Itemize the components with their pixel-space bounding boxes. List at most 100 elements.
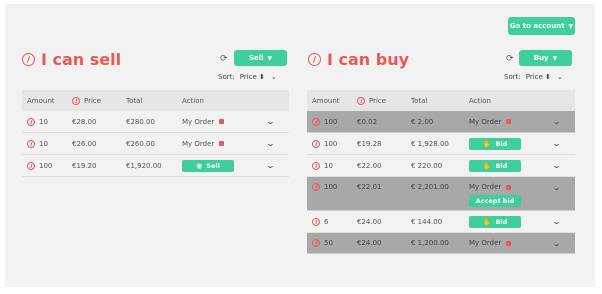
total-cell: €260.00 (126, 139, 155, 148)
chevron-down-icon: ⌄ (556, 73, 563, 81)
amount-value: 50 (324, 239, 333, 247)
chevron-down-icon[interactable]: ⌄ (551, 139, 561, 148)
my-order-label: My Order (469, 117, 502, 126)
caret-down-icon: ▼ (568, 22, 574, 30)
action-cell: ✋ Bid (469, 215, 553, 228)
bid-button-label: Bid (495, 139, 508, 148)
amount-value: 10 (39, 117, 48, 126)
chevron-down-icon: ⌄ (270, 73, 277, 81)
buy-dropdown-label: Buy (533, 54, 549, 62)
accept-bid-label: Accept bid (475, 197, 515, 205)
chevron-down-icon[interactable]: ⌄ (551, 161, 561, 170)
column-header-price: Price (72, 96, 126, 105)
coin-icon (357, 96, 365, 105)
column-header-total: Total (126, 96, 143, 105)
refresh-icon[interactable]: ⟳ (506, 54, 514, 64)
caret-down-icon: ▼ (267, 54, 273, 62)
amount-cell: 100 (307, 117, 357, 126)
bid-button[interactable]: ✋ Bid (469, 159, 521, 172)
table-row[interactable]: 10 €26.00 €260.00 My Order ⌄ (22, 133, 289, 155)
price-cell: €0.02 (357, 117, 378, 126)
table-row[interactable]: 6 €24.00 € 144.00 ✋ Bid ⌄ (307, 211, 575, 233)
order-badge-icon (506, 240, 512, 246)
hand-icon: ✋ (482, 139, 492, 148)
chevron-down-icon[interactable]: ⌄ (265, 139, 275, 148)
action-cell: ✋ Bid (469, 137, 553, 150)
action-cell: My Order (182, 118, 267, 126)
amount-value: 100 (324, 183, 338, 191)
coin-icon (27, 161, 35, 170)
amount-cell: 100 (22, 161, 72, 170)
eye-icon: ◉ (196, 161, 203, 170)
amount-cell: 10 (307, 161, 357, 170)
sell-sort-select[interactable]: Price ⬍ ⌄ (238, 72, 279, 82)
amount-value: 100 (39, 161, 53, 170)
buy-sort-label: Sort: (504, 73, 521, 81)
sell-dropdown-button[interactable]: Sell ▼ (234, 50, 287, 66)
buy-table: Amount Price Total Action 100 €0.02 € 2.… (307, 90, 575, 254)
chevron-down-icon[interactable]: ⌄ (551, 117, 561, 126)
table-row[interactable]: 10 €28.00 €280.00 My Order ⌄ (22, 111, 289, 133)
table-row[interactable]: 100 €22.01 € 2,201.00 My Order Accept bi… (307, 177, 575, 211)
chevron-down-icon[interactable]: ⌄ (551, 183, 561, 192)
market-panel: Go to account ▼ I can sell ⟳ Sell ▼ Sort… (5, 4, 595, 287)
action-cell: My Order Accept bid (469, 183, 553, 207)
buy-table-header: Amount Price Total Action (307, 90, 575, 111)
sell-sort-label: Sort: (218, 73, 235, 81)
sell-table-header: Amount Price Total Action (22, 90, 289, 111)
buy-sort-select[interactable]: Price ⬍ ⌄ (524, 72, 565, 82)
refresh-icon[interactable]: ⟳ (220, 54, 228, 64)
my-order-label: My Order (182, 139, 215, 148)
amount-value: 6 (324, 217, 329, 226)
order-badge-icon (219, 119, 225, 124)
total-cell: € 1,200.00 (411, 239, 449, 247)
chevron-down-icon[interactable]: ⌄ (551, 217, 561, 226)
sell-button[interactable]: ◉ Sell (182, 159, 234, 172)
accept-bid-button[interactable]: Accept bid (469, 195, 521, 207)
price-cell: €19.20 (72, 161, 97, 170)
chevron-down-icon[interactable]: ⌄ (265, 117, 275, 126)
chevron-down-icon[interactable]: ⌄ (265, 161, 275, 170)
table-row[interactable]: 100 €19.20 €1,920.00 ◉ Sell ⌄ (22, 155, 289, 177)
bid-button[interactable]: ✋ Bid (469, 137, 521, 150)
price-cell: €22.01 (357, 183, 382, 191)
sell-button-label: Sell (206, 161, 220, 170)
chevron-down-icon[interactable]: ⌄ (551, 239, 561, 248)
coin-icon (312, 117, 320, 126)
column-header-amount: Amount (27, 96, 55, 105)
go-to-account-label: Go to account (509, 22, 565, 30)
amount-cell: 50 (307, 239, 357, 247)
coin-icon (312, 239, 320, 247)
bid-button[interactable]: ✋ Bid (469, 215, 521, 228)
table-row[interactable]: 100 €0.02 € 2.00 My Order ⌄ (307, 111, 575, 133)
sell-sort-value: Price ⬍ (239, 73, 265, 81)
total-cell: €1,920.00 (126, 161, 162, 170)
bid-button-label: Bid (495, 161, 508, 170)
total-cell: € 2.00 (411, 117, 434, 126)
price-cell: €19.28 (357, 139, 382, 148)
go-to-account-button[interactable]: Go to account ▼ (508, 17, 575, 35)
sell-sort-control: Sort: Price ⬍ ⌄ (218, 72, 279, 82)
column-header-price-text: Price (84, 96, 102, 105)
buy-section-title: I can buy (308, 50, 409, 69)
column-header-action: Action (182, 96, 204, 105)
sell-table: Amount Price Total Action 10 €28.00 €280… (22, 90, 289, 177)
action-cell: ✋ Bid (469, 159, 553, 172)
action-cell: My Order (469, 118, 553, 126)
amount-value: 100 (324, 139, 338, 148)
price-cell: €24.00 (357, 239, 382, 247)
my-order-wrap: My Order (469, 183, 553, 191)
order-badge-icon (506, 184, 512, 190)
buy-dropdown-button[interactable]: Buy ▼ (519, 50, 572, 66)
total-cell: € 2,201.00 (411, 183, 449, 191)
buy-sort-value-text: Price (525, 73, 543, 81)
amount-value: 10 (39, 139, 48, 148)
price-cell: €26.00 (72, 139, 97, 148)
column-header-total: Total (411, 96, 428, 105)
table-row[interactable]: 100 €19.28 € 1,928.00 ✋ Bid ⌄ (307, 133, 575, 155)
coin-icon (308, 53, 321, 66)
sell-section-title: I can sell (22, 50, 121, 69)
table-row[interactable]: 10 €22.00 € 220.00 ✋ Bid ⌄ (307, 155, 575, 177)
table-row[interactable]: 50 €24.00 € 1,200.00 My Order ⌄ (307, 233, 575, 254)
total-cell: €280.00 (126, 117, 155, 126)
